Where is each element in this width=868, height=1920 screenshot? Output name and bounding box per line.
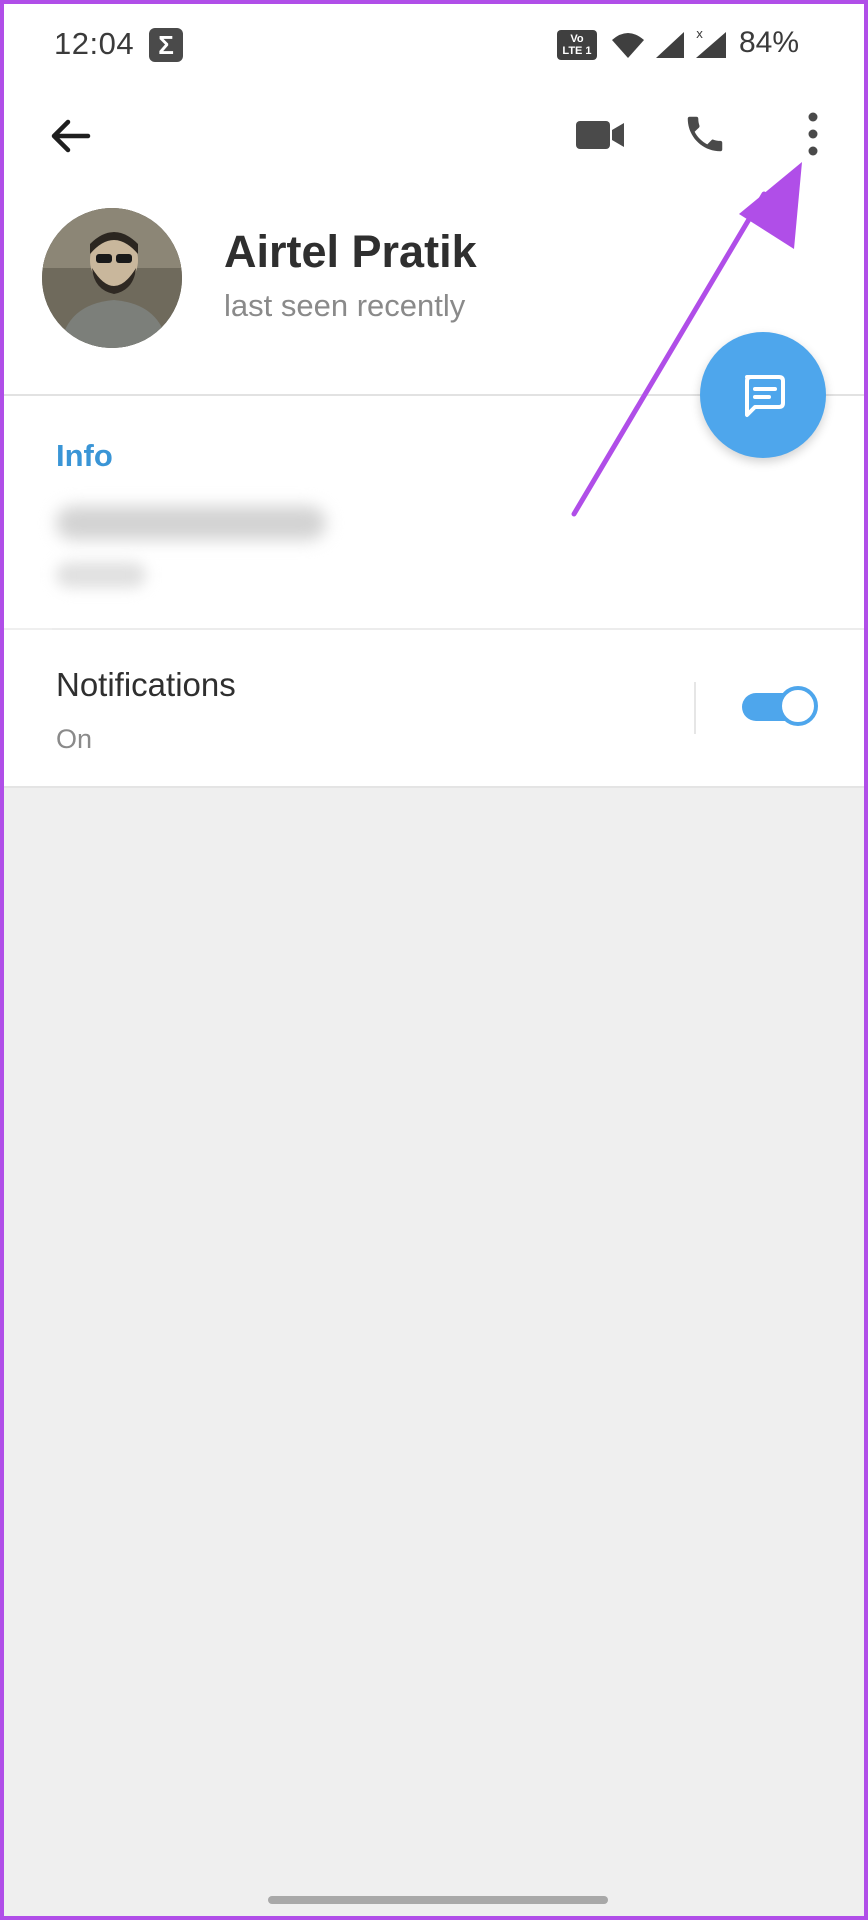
status-bar: 12:04 Σ Vo LTE 1 x 84% [4, 4, 864, 84]
notifications-state: On [56, 724, 93, 754]
signal-icon [656, 32, 684, 58]
sigma-icon: Σ [149, 28, 183, 62]
notifications-title: Notifications [56, 666, 236, 703]
volte-icon: Vo LTE 1 [557, 30, 597, 60]
video-camera-icon[interactable] [574, 118, 626, 152]
phone-icon[interactable] [682, 111, 728, 157]
svg-text:x: x [696, 27, 703, 41]
notifications-row[interactable]: Notifications On [4, 630, 864, 788]
phone-number-redacted[interactable] [56, 506, 326, 540]
avatar-photo [42, 208, 182, 348]
contact-name: Airtel Pratik [224, 226, 477, 277]
toggle-divider [694, 682, 696, 734]
vertical-dots-icon[interactable] [801, 111, 825, 157]
screen-frame: 12:04 Σ Vo LTE 1 x 84% Airtel Pratik las… [0, 0, 868, 1920]
notifications-toggle[interactable] [740, 686, 820, 726]
info-heading: Info [56, 438, 113, 473]
toggle-thumb [778, 686, 818, 726]
arrow-left-icon[interactable] [46, 112, 94, 160]
annotation-arrow [571, 162, 802, 517]
avatar[interactable] [42, 208, 182, 348]
wifi-icon [612, 33, 644, 58]
status-time: 12:04 [54, 26, 135, 61]
signal-icon-no-data: x [696, 27, 726, 58]
contact-last-seen: last seen recently [224, 288, 466, 323]
home-indicator[interactable] [268, 1896, 608, 1904]
phone-label-redacted [56, 562, 146, 588]
battery-level: 84% [739, 26, 800, 59]
